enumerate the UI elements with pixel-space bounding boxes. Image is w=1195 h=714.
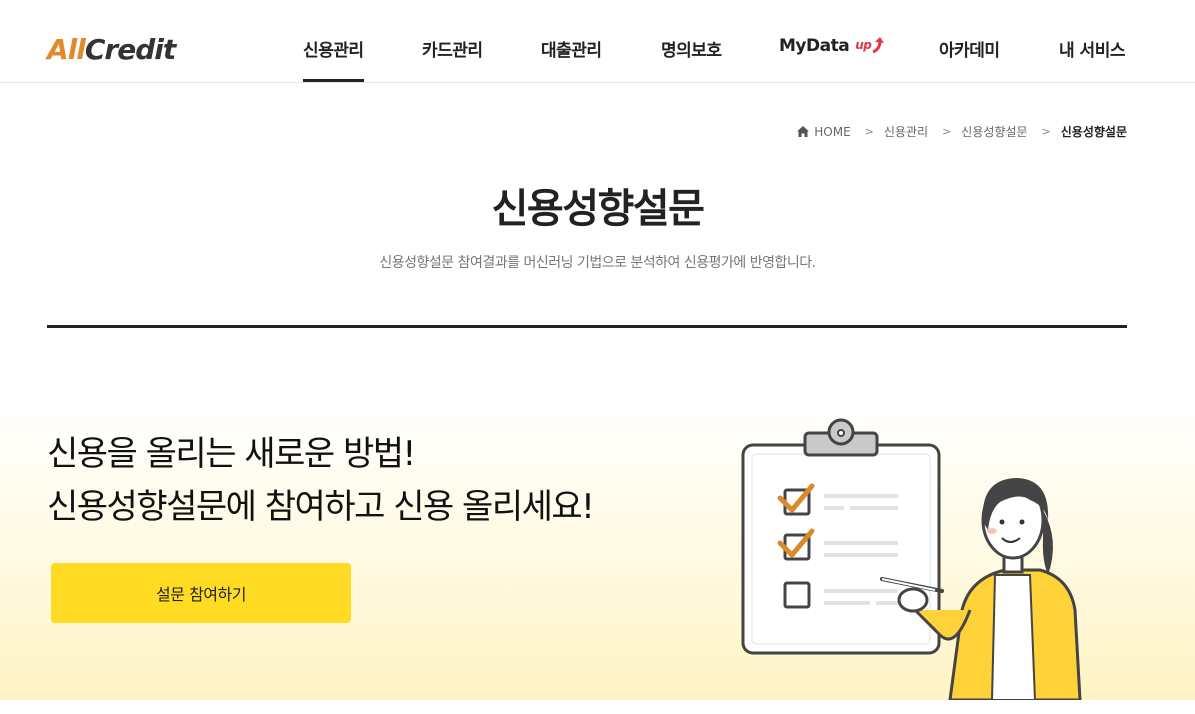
page-title: 신용성향설문 xyxy=(491,186,705,232)
nav-mydata-label: MyData xyxy=(779,36,850,56)
nav-credit-management[interactable]: 신용관리 xyxy=(303,36,364,82)
up-arrow-icon: up xyxy=(855,37,885,54)
breadcrumb: HOME > 신용관리 > 신용성향설문 > 신용성향설문 xyxy=(797,123,1127,140)
chevron-right-icon: > xyxy=(864,125,874,138)
hero-headline-1: 신용을 올리는 새로운 방법! xyxy=(47,434,416,474)
chevron-right-icon: > xyxy=(942,125,952,138)
nav-loan-management[interactable]: 대출관리 xyxy=(541,36,602,61)
nav-mydata[interactable]: MyData up xyxy=(779,36,885,56)
chevron-right-icon: > xyxy=(1041,125,1051,138)
page-description: 신용성향설문 참여결과를 머신러닝 기법으로 분석하여 신용평가에 반영합니다. xyxy=(379,255,816,271)
nav-academy[interactable]: 아카데미 xyxy=(939,36,1000,61)
nav-card-management[interactable]: 카드관리 xyxy=(422,36,483,61)
allcredit-logo[interactable]: AllCredit xyxy=(47,30,176,70)
hero-headline-2: 신용성향설문에 참여하고 신용 올리세요! xyxy=(47,487,595,527)
hero-bottom-edge xyxy=(0,700,1195,714)
home-icon xyxy=(797,126,810,137)
breadcrumb-credit-management[interactable]: 신용관리 xyxy=(884,123,928,140)
breadcrumb-current: 신용성향설문 xyxy=(1060,125,1127,139)
site-header: AllCredit 신용관리 카드관리 대출관리 명의보호 MyData up 아… xyxy=(0,0,1195,83)
logo-part-credit: Credit xyxy=(84,33,176,66)
nav-my-service[interactable]: 내 서비스 xyxy=(1059,36,1125,61)
clipboard-person-illustration xyxy=(741,418,1082,700)
up-badge-text: up xyxy=(855,38,872,52)
logo-part-all: All xyxy=(47,33,86,66)
nav-identity-protection[interactable]: 명의보호 xyxy=(661,36,722,61)
breadcrumb-credit-survey[interactable]: 신용성향설문 xyxy=(961,123,1027,140)
breadcrumb-home[interactable]: HOME xyxy=(814,125,850,139)
join-survey-button[interactable]: 설문 참여하기 xyxy=(51,563,351,623)
